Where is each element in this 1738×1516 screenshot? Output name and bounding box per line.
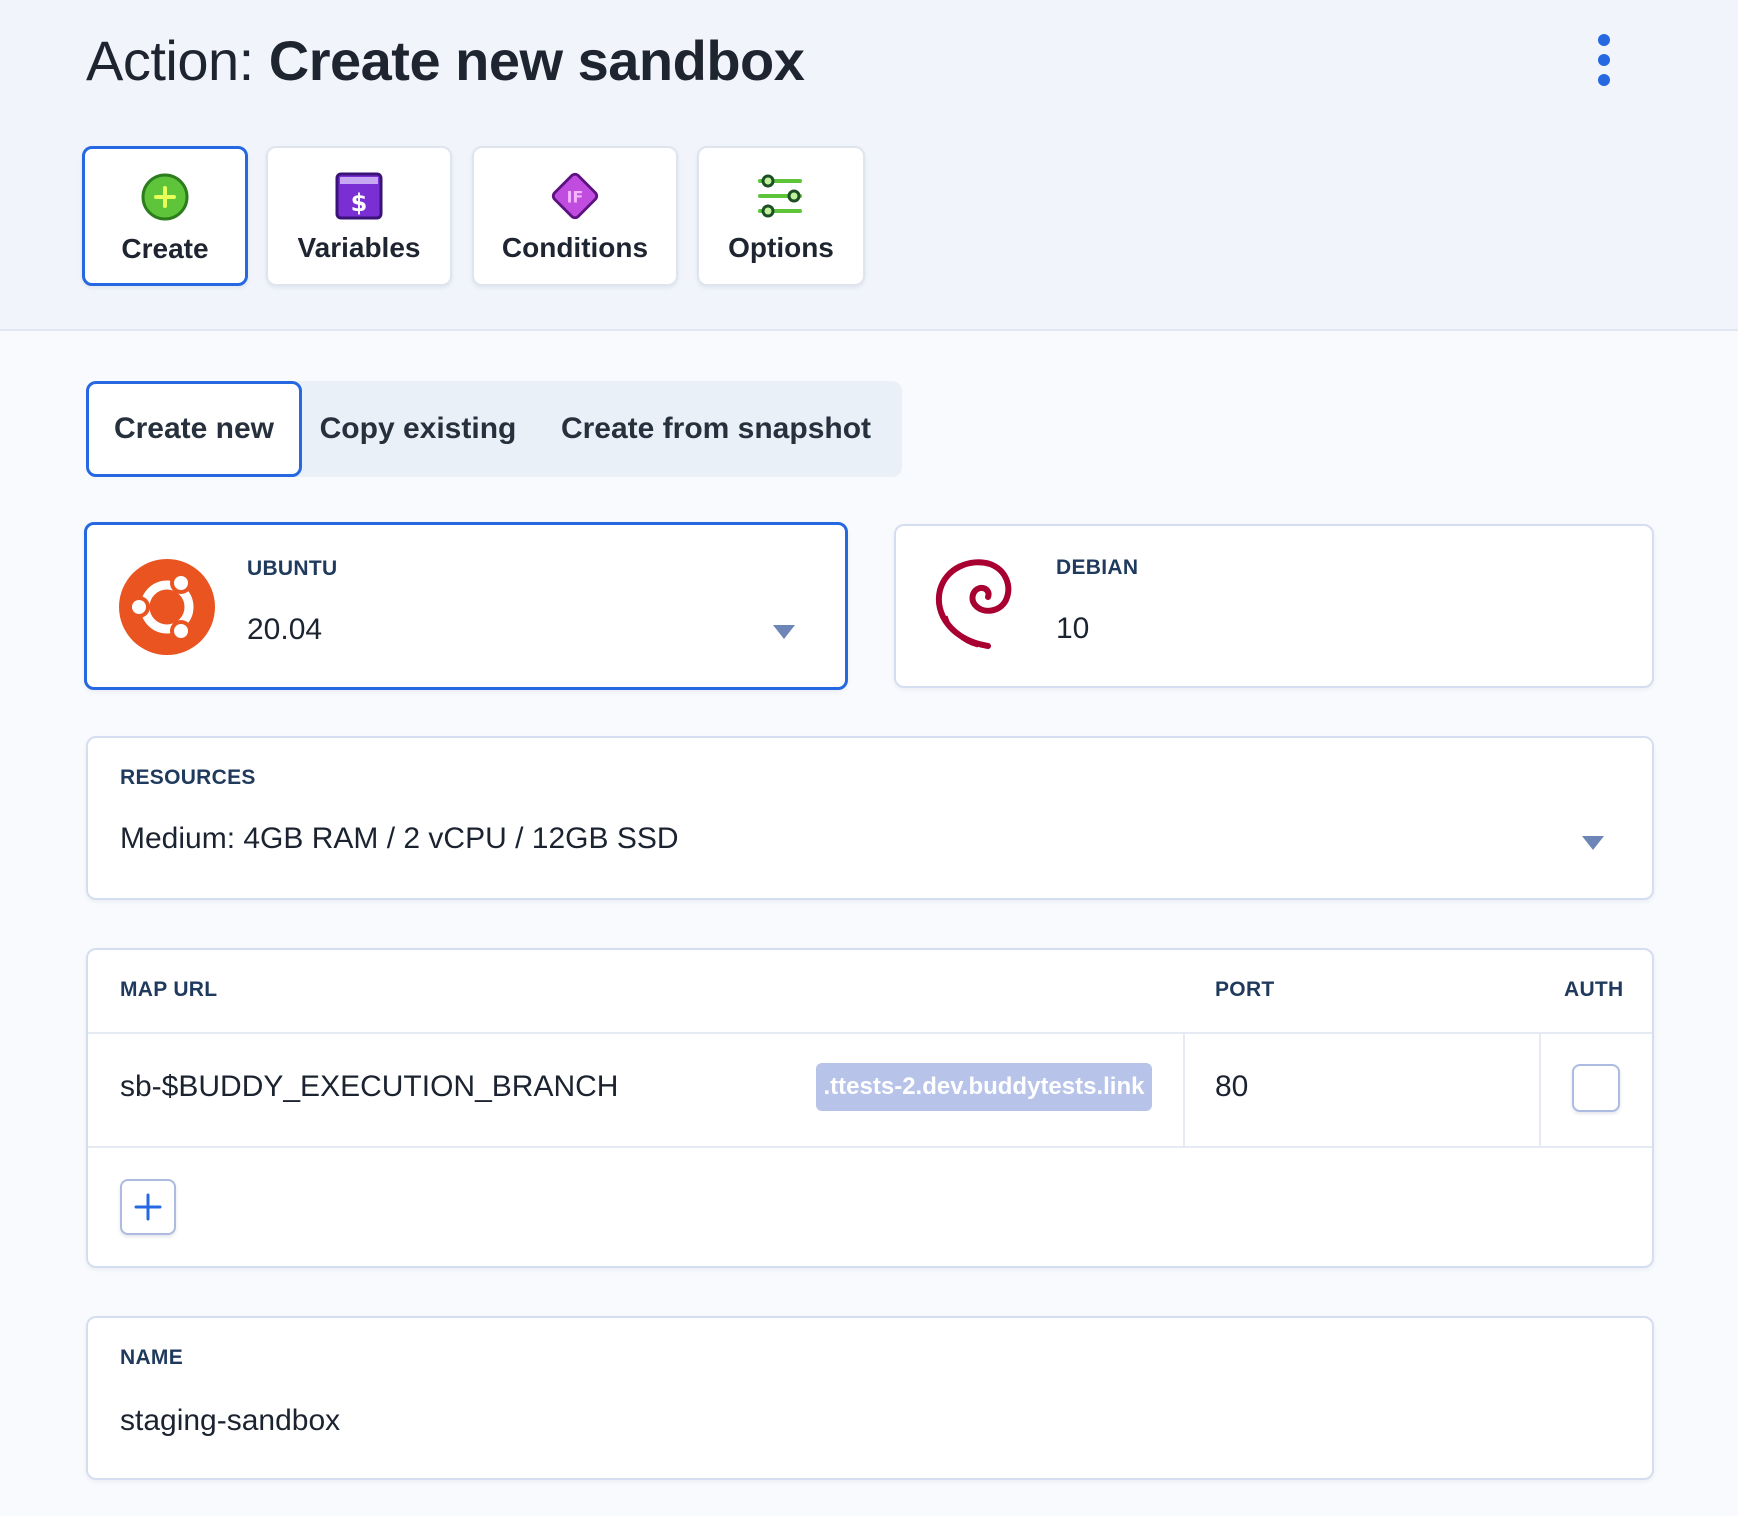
- ubuntu-label: UBUNTU: [247, 557, 338, 580]
- mode-create-from-snapshot[interactable]: Create from snapshot: [538, 381, 894, 477]
- mode-copy-existing[interactable]: Copy existing: [308, 381, 528, 477]
- debian-logo-icon: [932, 556, 1016, 661]
- tab-variables[interactable]: $ Variables: [266, 146, 452, 286]
- debian-label: DEBIAN: [1056, 556, 1139, 579]
- map-url-table: MAP URL PORT AUTH sb-$BUDDY_EXECUTION_BR…: [86, 948, 1654, 1268]
- auth-checkbox[interactable]: [1572, 1064, 1620, 1112]
- mode-segmented-control: Create new Copy existing Create from sna…: [86, 381, 902, 477]
- tab-options[interactable]: Options: [697, 146, 865, 286]
- name-label: NAME: [120, 1346, 184, 1369]
- name-field[interactable]: NAME staging-sandbox: [86, 1316, 1654, 1480]
- ubuntu-logo-icon: [119, 559, 215, 660]
- divider: [88, 1032, 1652, 1034]
- resources-select[interactable]: RESOURCES Medium: 4GB RAM / 2 vCPU / 12G…: [86, 736, 1654, 900]
- dollar-icon: $: [333, 170, 385, 222]
- debian-select[interactable]: DEBIAN 10: [894, 524, 1654, 688]
- chevron-down-icon: [1582, 836, 1604, 850]
- plus-circle-icon: [139, 171, 191, 223]
- port-input[interactable]: 80: [1215, 1070, 1248, 1104]
- if-diamond-icon: IF: [549, 170, 601, 222]
- ubuntu-version: 20.04: [247, 613, 323, 646]
- name-input[interactable]: staging-sandbox: [120, 1404, 340, 1438]
- map-url-subdomain-input[interactable]: sb-$BUDDY_EXECUTION_BRANCH: [120, 1070, 618, 1104]
- tab-create-label: Create: [121, 233, 209, 264]
- domain-suffix-badge: .ttests-2.dev.buddytests.link: [816, 1063, 1152, 1111]
- svg-text:IF: IF: [567, 188, 584, 207]
- add-mapping-button[interactable]: [120, 1179, 176, 1235]
- debian-version: 10: [1056, 612, 1090, 645]
- kebab-menu-icon[interactable]: [1586, 34, 1622, 86]
- mode-create-new[interactable]: Create new: [86, 381, 302, 477]
- tab-conditions-label: Conditions: [501, 232, 649, 263]
- plus-icon: [134, 1193, 162, 1221]
- tab-conditions[interactable]: IF Conditions: [472, 146, 678, 286]
- port-header: PORT: [1215, 978, 1275, 1001]
- page-title-prefix: Action:: [86, 29, 269, 92]
- auth-header: AUTH: [1564, 978, 1624, 1001]
- tab-create[interactable]: Create: [82, 146, 248, 286]
- ubuntu-select[interactable]: UBUNTU 20.04: [84, 522, 848, 690]
- resources-label: RESOURCES: [120, 766, 256, 789]
- chevron-down-icon: [773, 625, 795, 639]
- tab-variables-label: Variables: [297, 232, 421, 263]
- map-url-header: MAP URL: [120, 978, 218, 1001]
- svg-text:$: $: [351, 189, 368, 217]
- sliders-icon: [755, 170, 807, 222]
- page-title: Action: Create new sandbox: [86, 26, 805, 96]
- divider: [1539, 1034, 1541, 1146]
- tab-options-label: Options: [728, 232, 834, 263]
- divider: [88, 1146, 1652, 1148]
- resources-value: Medium: 4GB RAM / 2 vCPU / 12GB SSD: [120, 822, 679, 855]
- page-title-action: Create new sandbox: [268, 29, 805, 92]
- header: Action: Create new sandbox Create $ Vari…: [0, 0, 1738, 331]
- divider: [1183, 1034, 1185, 1146]
